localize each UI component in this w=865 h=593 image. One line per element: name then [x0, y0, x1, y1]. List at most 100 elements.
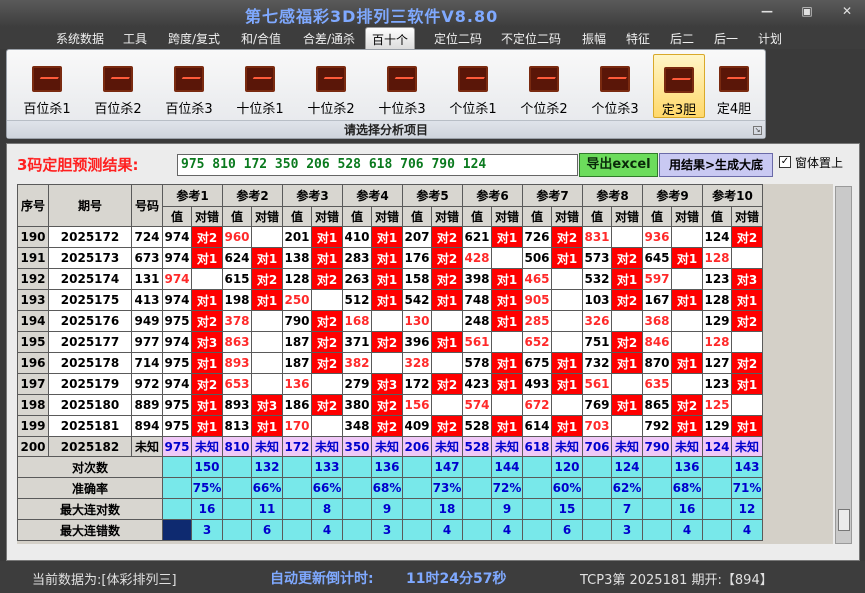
stats-row: 最大连对数 16 11 8 9 18 9 15 7 16 12	[17, 498, 763, 520]
result-cell: 对2	[311, 331, 343, 353]
result-cell	[251, 373, 283, 395]
countdown-label: 自动更新倒计时:	[270, 571, 374, 587]
stats-value: 4	[311, 519, 343, 541]
ribbon-button-10[interactable]: 定4胆	[709, 54, 759, 118]
col-header-code: 号码	[131, 184, 163, 227]
ribbon-button-2[interactable]: 百位杀3	[157, 54, 221, 118]
stats-value: 147	[431, 456, 463, 478]
pending-row[interactable]: 200 2025182 未知 975 未知 810 未知 172 未知 350 未知 206 未知 528…	[17, 436, 763, 457]
export-excel-button[interactable]: 导出excel	[579, 153, 658, 177]
stats-value: 16	[671, 498, 703, 520]
menu-item-8[interactable]: 振幅	[582, 30, 606, 47]
ribbon-button-0[interactable]: 百位杀1	[15, 54, 79, 118]
table-row[interactable]: 199 2025181 894 975 对1 813 对1 170 348 对2 409 对2 528 对…	[17, 415, 763, 437]
result-cell: 对1	[491, 268, 523, 290]
result-cell: 未知	[611, 436, 643, 457]
result-cell	[671, 268, 703, 290]
result-cell: 对1	[311, 247, 343, 269]
minimize-button[interactable]: —	[759, 4, 775, 18]
table-row[interactable]: 195 2025177 977 974 对3 863 187 对2 371 对2 396 对1 561 6…	[17, 331, 763, 353]
restore-button[interactable]: ▣	[799, 4, 815, 18]
col-header-value: 值	[162, 206, 192, 227]
stats-value: 62%	[611, 477, 643, 499]
result-cell: 对2	[371, 415, 403, 437]
table-row[interactable]: 196 2025178 714 975 对1 893 187 对2 382 328 578 对1 675…	[17, 352, 763, 374]
value-cell: 975	[162, 310, 192, 332]
ribbon-button-1[interactable]: 百位杀2	[86, 54, 150, 118]
result-cell: 对1	[491, 310, 523, 332]
ribbon-button-5[interactable]: 十位杀3	[370, 54, 434, 118]
stats-label: 对次数	[17, 456, 163, 478]
value-cell: 328	[402, 352, 432, 374]
generate-base-button[interactable]: 用结果>生成大底	[659, 153, 773, 177]
col-header-ref-1: 参考1	[162, 184, 223, 207]
table-row[interactable]: 193 2025175 413 974 对1 198 对1 250 512 对1 542 对1 748 对…	[17, 289, 763, 311]
table-row[interactable]: 192 2025174 131 974 615 对2 128 对2 263 对1 158 对2 398 对…	[17, 268, 763, 290]
stats-spacer-cell	[582, 477, 612, 499]
ribbon-button-9[interactable]: 定3胆	[653, 54, 705, 118]
chart-icon	[719, 66, 749, 92]
stats-spacer-cell	[702, 498, 732, 520]
vertical-scrollbar[interactable]	[835, 186, 852, 544]
menu-item-5[interactable]: 百十个	[365, 27, 416, 49]
ribbon-button-label: 百位杀2	[94, 102, 142, 117]
period-cell: 2025180	[48, 394, 132, 416]
result-cell	[251, 310, 283, 332]
menu-item-9[interactable]: 特征	[626, 30, 650, 47]
table-row[interactable]: 191 2025173 673 974 对1 624 对1 138 对1 283 对1 176 对2 42…	[17, 247, 763, 269]
ribbon-button-3[interactable]: 十位杀1	[228, 54, 292, 118]
close-button[interactable]: ✕	[839, 4, 855, 18]
table-row[interactable]: 197 2025179 972 974 对2 653 136 279 对3 172 对2 423 对1 4…	[17, 373, 763, 395]
value-cell: 532	[582, 268, 612, 290]
value-cell: 206	[402, 436, 432, 457]
ribbon-button-7[interactable]: 个位杀2	[512, 54, 576, 118]
period-cell: 2025175	[48, 289, 132, 311]
result-cell: 未知	[251, 436, 283, 457]
value-cell: 279	[342, 373, 372, 395]
menu-item-6[interactable]: 定位二码	[434, 30, 482, 47]
stats-spacer-cell	[162, 498, 192, 520]
stats-value: 73%	[431, 477, 463, 499]
ribbon-launcher-icon[interactable]: ↘	[753, 126, 762, 135]
code-cell: 131	[131, 268, 163, 290]
stats-spacer-cell	[282, 477, 312, 499]
stats-spacer-cell	[222, 456, 252, 478]
scrollbar-thumb[interactable]	[838, 509, 850, 531]
value-cell: 423	[462, 373, 492, 395]
value-cell: 792	[642, 415, 672, 437]
menu-item-3[interactable]: 和/合值	[241, 30, 281, 47]
stats-label: 最大连对数	[17, 498, 163, 520]
stats-spacer-cell	[342, 498, 372, 520]
result-cell: 对2	[311, 310, 343, 332]
prediction-result-field[interactable]: 975 810 172 350 206 528 618 706 790 124	[177, 154, 578, 176]
menu-item-11[interactable]: 后一	[714, 30, 738, 47]
result-cell: 未知	[491, 436, 523, 457]
value-cell: 170	[282, 415, 312, 437]
result-cell	[551, 310, 583, 332]
ribbon-button-4[interactable]: 十位杀2	[299, 54, 363, 118]
value-cell: 124	[702, 226, 732, 248]
value-cell: 810	[222, 436, 252, 457]
ribbon-button-6[interactable]: 个位杀1	[441, 54, 505, 118]
menu-item-7[interactable]: 不定位二码	[501, 30, 561, 47]
value-cell: 168	[342, 310, 372, 332]
menu-item-0[interactable]: 系统数据	[56, 30, 104, 47]
stats-value: 16	[191, 498, 223, 520]
menu-item-12[interactable]: 计划	[758, 30, 782, 47]
ribbon-button-8[interactable]: 个位杀3	[583, 54, 647, 118]
period-cell: 2025176	[48, 310, 132, 332]
value-cell: 726	[522, 226, 552, 248]
ribbon-button-label: 定4胆	[716, 102, 752, 117]
table-row[interactable]: 190 2025172 724 974 对2 960 201 对1 410 对1 207 对2 621 对…	[17, 226, 763, 248]
menu-item-1[interactable]: 工具	[123, 30, 147, 47]
menu-item-4[interactable]: 合差/通杀	[303, 30, 355, 47]
value-cell: 960	[222, 226, 252, 248]
table-row[interactable]: 194 2025176 949 975 对2 378 790 对2 168 130 248 对1 285…	[17, 310, 763, 332]
code-cell: 未知	[131, 436, 163, 457]
result-cell: 对2	[191, 226, 223, 248]
menu-item-2[interactable]: 跨度/复式	[168, 30, 220, 47]
result-cell: 对1	[551, 352, 583, 374]
menu-item-10[interactable]: 后二	[670, 30, 694, 47]
topmost-checkbox[interactable]: ✓	[779, 156, 791, 168]
table-row[interactable]: 198 2025180 889 975 对1 893 对3 186 对2 380 对2 156 574 6…	[17, 394, 763, 416]
